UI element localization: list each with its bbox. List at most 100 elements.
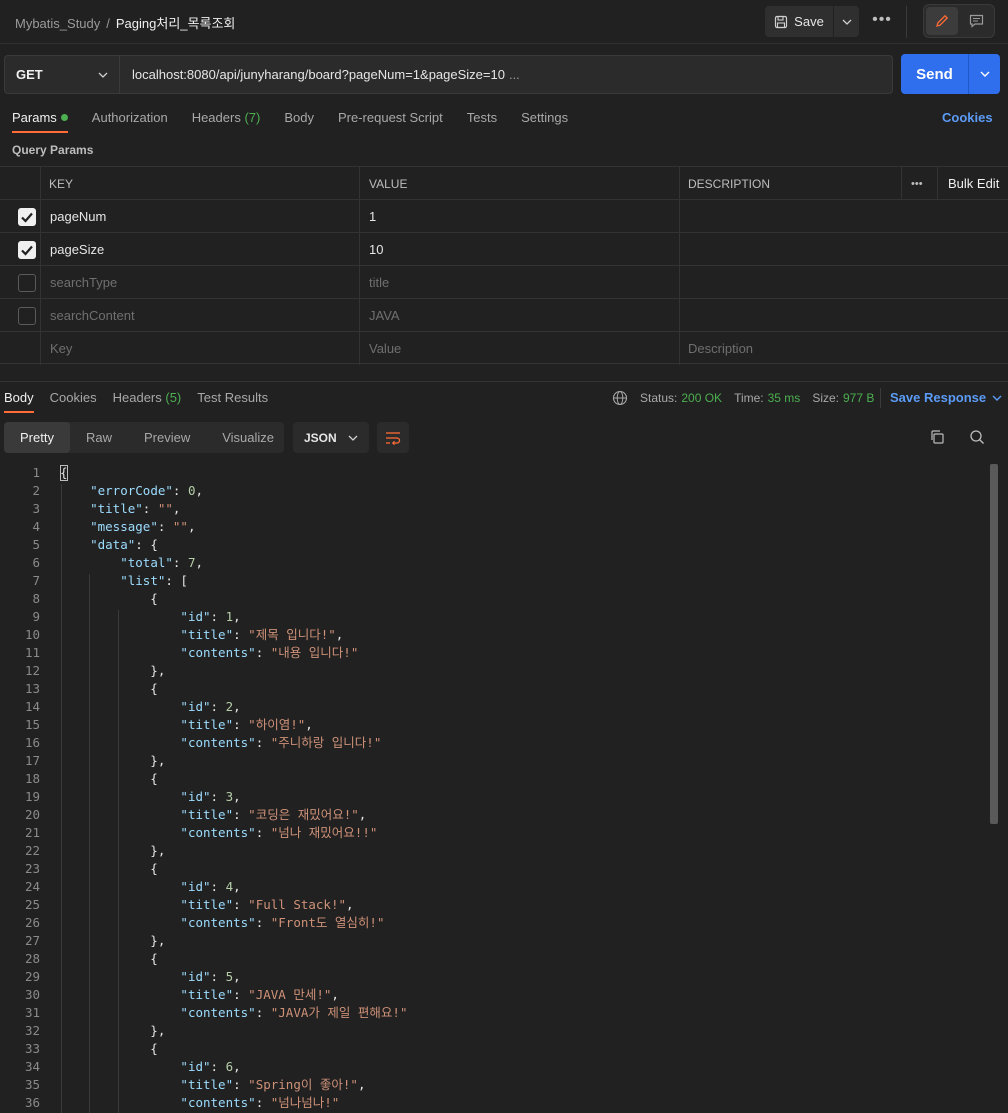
view-raw[interactable]: Raw — [70, 422, 128, 453]
new-param-key-input[interactable]: Key — [50, 332, 72, 365]
section-title: Query Params — [12, 143, 94, 157]
chevron-down-icon — [348, 435, 358, 441]
save-button[interactable]: Save — [765, 6, 833, 37]
chevron-down-icon — [980, 71, 989, 77]
line-number: 28 — [24, 951, 40, 966]
tab-settings[interactable]: Settings — [521, 110, 568, 125]
param-value[interactable]: JAVA — [369, 299, 400, 332]
search-button[interactable] — [966, 426, 988, 448]
table-row: pageNum 1 — [0, 199, 1008, 233]
view-pretty[interactable]: Pretty — [4, 422, 70, 453]
table-row: searchContent JAVA — [0, 298, 1008, 332]
line-number: 36 — [24, 1095, 40, 1110]
param-value[interactable]: 1 — [369, 200, 376, 233]
code-text: "contents": "Front도 열심히!" — [180, 915, 385, 930]
param-checkbox[interactable] — [18, 241, 36, 259]
line-number: 17 — [24, 753, 40, 768]
search-icon — [970, 430, 984, 444]
url-ellipsis: ... — [508, 67, 520, 82]
size-value[interactable]: 977 B — [843, 391, 874, 405]
method-label: GET — [16, 67, 43, 82]
param-checkbox[interactable] — [18, 274, 36, 292]
tab-label: Headers — [112, 390, 162, 405]
new-param-description-input[interactable]: Description — [688, 332, 753, 365]
more-options-icon[interactable]: ••• — [870, 11, 894, 31]
active-indicator-dot — [60, 114, 68, 121]
param-key[interactable]: pageSize — [50, 233, 104, 266]
param-value[interactable]: title — [369, 266, 389, 299]
scrollbar-thumb[interactable] — [990, 464, 998, 824]
status-value[interactable]: 200 OK — [681, 391, 722, 405]
line-number: 27 — [24, 933, 40, 948]
request-name[interactable]: Paging처리_목록조회 — [116, 16, 235, 31]
line-number: 1 — [32, 465, 40, 480]
url-input[interactable]: localhost:8080/api/junyharang/board?page… — [119, 55, 893, 94]
response-body-editor[interactable]: 1{2 "errorCode": 0, 3 "title": "", 4 "mess… — [0, 464, 1008, 1113]
param-checkbox[interactable] — [18, 307, 36, 325]
param-checkbox[interactable] — [18, 208, 36, 226]
line-number: 3 — [32, 501, 40, 516]
code-text: "contents": "넘나 재밌어요!!" — [180, 825, 378, 840]
code-line: 1{ — [0, 464, 985, 482]
globe-icon[interactable] — [612, 390, 628, 406]
code-line: 7 "list": [ — [0, 572, 985, 590]
line-number: 2 — [32, 483, 40, 498]
table-header-row: KEY VALUE DESCRIPTION ••• Bulk Edit — [0, 166, 1008, 200]
param-key[interactable]: searchType — [50, 266, 117, 299]
response-status: Status: 200 OK Time: 35 ms Size: 977 B — [612, 390, 882, 406]
send-options-button[interactable] — [968, 54, 1000, 94]
save-response-button[interactable]: Save Response — [890, 390, 1002, 405]
view-preview[interactable]: Preview — [128, 422, 206, 453]
cookies-link[interactable]: Cookies — [942, 110, 993, 125]
view-visualize[interactable]: Visualize — [206, 422, 290, 453]
save-response-label: Save Response — [890, 390, 987, 405]
param-value[interactable]: 10 — [369, 233, 383, 266]
save-options-button[interactable] — [834, 6, 859, 37]
code-text: "errorCode": 0, — [90, 483, 204, 498]
tab-response-cookies[interactable]: Cookies — [50, 390, 97, 405]
code-line: 33 { — [0, 1040, 985, 1058]
active-tab-underline — [4, 411, 34, 413]
wrap-lines-button[interactable] — [377, 422, 409, 453]
format-select[interactable]: JSON — [293, 422, 369, 453]
line-number: 15 — [24, 717, 40, 732]
tab-response-headers[interactable]: Headers (5) — [113, 390, 182, 405]
tab-test-results[interactable]: Test Results — [197, 390, 268, 405]
time-value[interactable]: 35 ms — [768, 391, 801, 405]
tab-authorization[interactable]: Authorization — [92, 110, 168, 125]
copy-button[interactable] — [926, 426, 948, 448]
code-line: 9 "id": 1, — [0, 608, 985, 626]
tab-response-body[interactable]: Body — [4, 390, 34, 405]
code-text: "id": 2, — [180, 699, 241, 714]
new-param-value-input[interactable]: Value — [369, 332, 401, 365]
code-line: 10 "title": "제목 입니다!", — [0, 626, 985, 644]
tab-params[interactable]: Params — [12, 110, 68, 125]
line-number: 31 — [24, 1005, 40, 1020]
divider — [880, 388, 881, 408]
response-divider[interactable] — [0, 381, 1008, 382]
code-text: }, — [60, 753, 166, 768]
param-key[interactable]: pageNum — [50, 200, 106, 233]
columns-menu-icon[interactable]: ••• — [911, 167, 923, 200]
tab-headers[interactable]: Headers (7) — [192, 110, 261, 125]
send-button[interactable]: Send — [901, 54, 968, 94]
comments-mode-button[interactable] — [960, 7, 992, 35]
edit-mode-button[interactable] — [926, 7, 958, 35]
bulk-edit-button[interactable]: Bulk Edit — [948, 167, 999, 200]
method-select[interactable]: GET — [4, 55, 120, 94]
tab-body[interactable]: Body — [284, 110, 314, 125]
breadcrumb-collection[interactable]: Mybatis_Study — [15, 16, 100, 31]
code-line: 27 }, — [0, 932, 985, 950]
line-number: 34 — [24, 1059, 40, 1074]
response-tabs: Body Cookies Headers (5) Test Results — [4, 390, 284, 405]
tab-count: (7) — [244, 110, 261, 125]
line-number: 7 — [32, 573, 40, 588]
tab-tests[interactable]: Tests — [467, 110, 497, 125]
tab-pre-request-script[interactable]: Pre-request Script — [338, 110, 443, 125]
save-icon — [775, 15, 788, 28]
line-number: 33 — [24, 1041, 40, 1056]
code-line: 32 }, — [0, 1022, 985, 1040]
code-text: "message": "", — [90, 519, 196, 534]
param-key[interactable]: searchContent — [50, 299, 135, 332]
mode-toggle — [923, 4, 995, 38]
